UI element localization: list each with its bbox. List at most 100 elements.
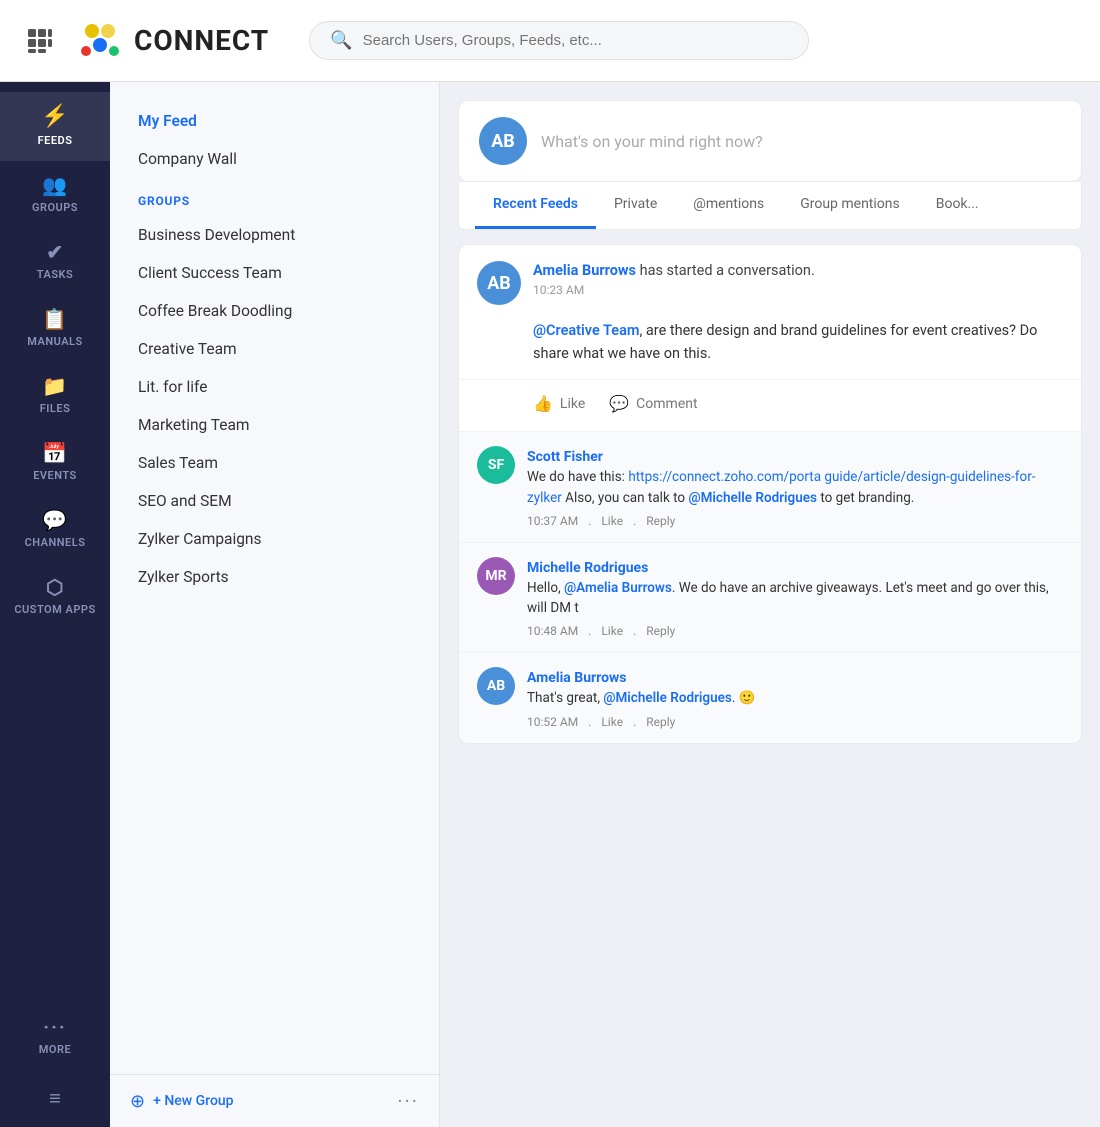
tab-mentions[interactable]: @mentions <box>675 182 782 229</box>
composer[interactable]: AB What's on your mind right now? <box>458 100 1082 182</box>
nav-item-more[interactable]: ··· MORE <box>0 1003 110 1070</box>
search-icon: 🔍 <box>330 30 352 51</box>
like-label: Like <box>560 396 585 412</box>
nav-item-groups[interactable]: 👥 GROUPS <box>0 161 110 228</box>
comment-meta: 10:48 AM . Like . Reply <box>527 624 1063 638</box>
sidebar-item-lit-for-life[interactable]: Lit. for life <box>110 368 439 406</box>
comment-text: That's great, @Michelle Rodrigues. 🙂 <box>527 688 1063 708</box>
events-label: EVENTS <box>33 469 77 482</box>
new-group-icon: ⊕ <box>130 1091 145 1112</box>
sidebar-more-button[interactable]: ··· <box>397 1089 419 1113</box>
bottom-icon[interactable]: ≡ <box>49 1070 61 1127</box>
nav-item-files[interactable]: 📁 FILES <box>0 362 110 429</box>
comment-author-name: Amelia Burrows <box>527 670 626 686</box>
sidebar: My Feed Company Wall GROUPS Business Dev… <box>110 82 440 1127</box>
post-mention[interactable]: @Creative Team <box>533 322 639 339</box>
icon-nav: ⚡ FEEDS 👥 GROUPS ✔ TASKS 📋 MANUALS 📁 FIL… <box>0 82 110 1127</box>
tasks-icon: ✔ <box>46 242 63 262</box>
feeds-icon: ⚡ <box>41 106 69 128</box>
events-icon: 📅 <box>42 443 67 463</box>
sidebar-content: My Feed Company Wall GROUPS Business Dev… <box>110 82 439 1074</box>
post-time: 10:23 AM <box>533 283 1063 297</box>
post-author-name: Amelia Burrows <box>533 262 636 279</box>
comment-time: 10:52 AM <box>527 715 578 729</box>
nav-item-tasks[interactable]: ✔ TASKS <box>0 228 110 295</box>
new-group-button[interactable]: ⊕ + New Group <box>130 1091 234 1112</box>
comment-author-name: Scott Fisher <box>527 449 603 465</box>
nav-item-channels[interactable]: 💬 CHANNELS <box>0 496 110 563</box>
sidebar-item-coffee-break[interactable]: Coffee Break Doodling <box>110 292 439 330</box>
post-avatar: AB <box>477 261 521 305</box>
groups-section-label: GROUPS <box>110 178 439 216</box>
sidebar-item-my-feed[interactable]: My Feed <box>110 102 439 140</box>
main-layout: ⚡ FEEDS 👥 GROUPS ✔ TASKS 📋 MANUALS 📁 FIL… <box>0 82 1100 1127</box>
sidebar-item-zylker-campaigns[interactable]: Zylker Campaigns <box>110 520 439 558</box>
groups-label: GROUPS <box>32 201 78 214</box>
comment-mention[interactable]: @Michelle Rodrigues <box>603 690 732 706</box>
sidebar-item-creative-team[interactable]: Creative Team <box>110 330 439 368</box>
comment-meta: 10:52 AM . Like . Reply <box>527 715 1063 729</box>
comment: SF Scott Fisher We do have this: https:/… <box>459 431 1081 542</box>
like-action[interactable]: Like <box>601 715 623 729</box>
composer-placeholder[interactable]: What's on your mind right now? <box>541 132 763 151</box>
reply-action[interactable]: Reply <box>646 514 675 528</box>
comment: AB Amelia Burrows That's great, @Michell… <box>459 652 1081 742</box>
post-actions: 👍 Like 💬 Comment <box>459 379 1081 431</box>
dot2: . <box>633 514 636 528</box>
channels-icon: 💬 <box>42 510 67 530</box>
post-header: AB Amelia Burrows has started a conversa… <box>459 245 1081 315</box>
sidebar-footer: ⊕ + New Group ··· <box>110 1074 439 1127</box>
manuals-icon: 📋 <box>42 309 67 329</box>
logo-icon <box>76 17 124 65</box>
tab-private[interactable]: Private <box>596 182 675 229</box>
sidebar-item-seo-sem[interactable]: SEO and SEM <box>110 482 439 520</box>
nav-item-events[interactable]: 📅 EVENTS <box>0 429 110 496</box>
like-icon: 👍 <box>533 394 553 413</box>
dot: . <box>588 514 591 528</box>
sidebar-item-zylker-sports[interactable]: Zylker Sports <box>110 558 439 596</box>
comment-initials: MR <box>477 557 515 595</box>
comment-mention[interactable]: @Michelle Rodrigues <box>688 490 817 506</box>
channels-label: CHANNELS <box>25 536 86 549</box>
like-action[interactable]: Like <box>601 514 623 528</box>
manuals-label: MANUALS <box>27 335 82 348</box>
comment-mention[interactable]: @Amelia Burrows <box>564 580 672 596</box>
custom-apps-icon: ⬡ <box>46 577 64 597</box>
comment-avatar: AB <box>477 667 515 705</box>
tab-group-mentions[interactable]: Group mentions <box>782 182 918 229</box>
reply-action[interactable]: Reply <box>646 715 675 729</box>
nav-item-custom-apps[interactable]: ⬡ CUSTOM APPS <box>0 563 110 630</box>
tab-bookmarks[interactable]: Book... <box>918 182 997 229</box>
comment-text: Hello, @Amelia Burrows. We do have an ar… <box>527 578 1063 619</box>
reply-action[interactable]: Reply <box>646 624 675 638</box>
like-action[interactable]: Like <box>601 624 623 638</box>
comment-body: Amelia Burrows That's great, @Michelle R… <box>527 667 1063 728</box>
groups-list: Business DevelopmentClient Success TeamC… <box>110 216 439 596</box>
comment-avatar: MR <box>477 557 515 595</box>
grid-menu-icon[interactable] <box>20 21 60 61</box>
logo-text: CONNECT <box>134 24 269 57</box>
dot2: . <box>633 715 636 729</box>
custom-apps-label: CUSTOM APPS <box>14 603 95 616</box>
files-label: FILES <box>40 402 71 415</box>
nav-item-feeds[interactable]: ⚡ FEEDS <box>0 92 110 161</box>
search-input[interactable] <box>363 32 789 49</box>
post-action-text: has started a conversation. <box>636 262 815 279</box>
feeds-label: FEEDS <box>38 134 73 147</box>
comment-button[interactable]: 💬 Comment <box>609 390 697 417</box>
search-bar[interactable]: 🔍 <box>309 21 809 60</box>
dot2: . <box>633 624 636 638</box>
sidebar-item-marketing-team[interactable]: Marketing Team <box>110 406 439 444</box>
comment-body: Scott Fisher We do have this: https://co… <box>527 446 1063 528</box>
tab-recent-feeds[interactable]: Recent Feeds <box>475 182 596 229</box>
sidebar-item-sales-team[interactable]: Sales Team <box>110 444 439 482</box>
like-button[interactable]: 👍 Like <box>533 390 585 417</box>
nav-item-manuals[interactable]: 📋 MANUALS <box>0 295 110 362</box>
comment-meta: 10:37 AM . Like . Reply <box>527 514 1063 528</box>
sidebar-item-biz-dev[interactable]: Business Development <box>110 216 439 254</box>
comment-author-name: Michelle Rodrigues <box>527 560 648 576</box>
post-meta: Amelia Burrows has started a conversatio… <box>533 261 1063 297</box>
post-author-initials: AB <box>477 261 521 305</box>
sidebar-item-client-success[interactable]: Client Success Team <box>110 254 439 292</box>
sidebar-item-company-wall[interactable]: Company Wall <box>110 140 439 178</box>
